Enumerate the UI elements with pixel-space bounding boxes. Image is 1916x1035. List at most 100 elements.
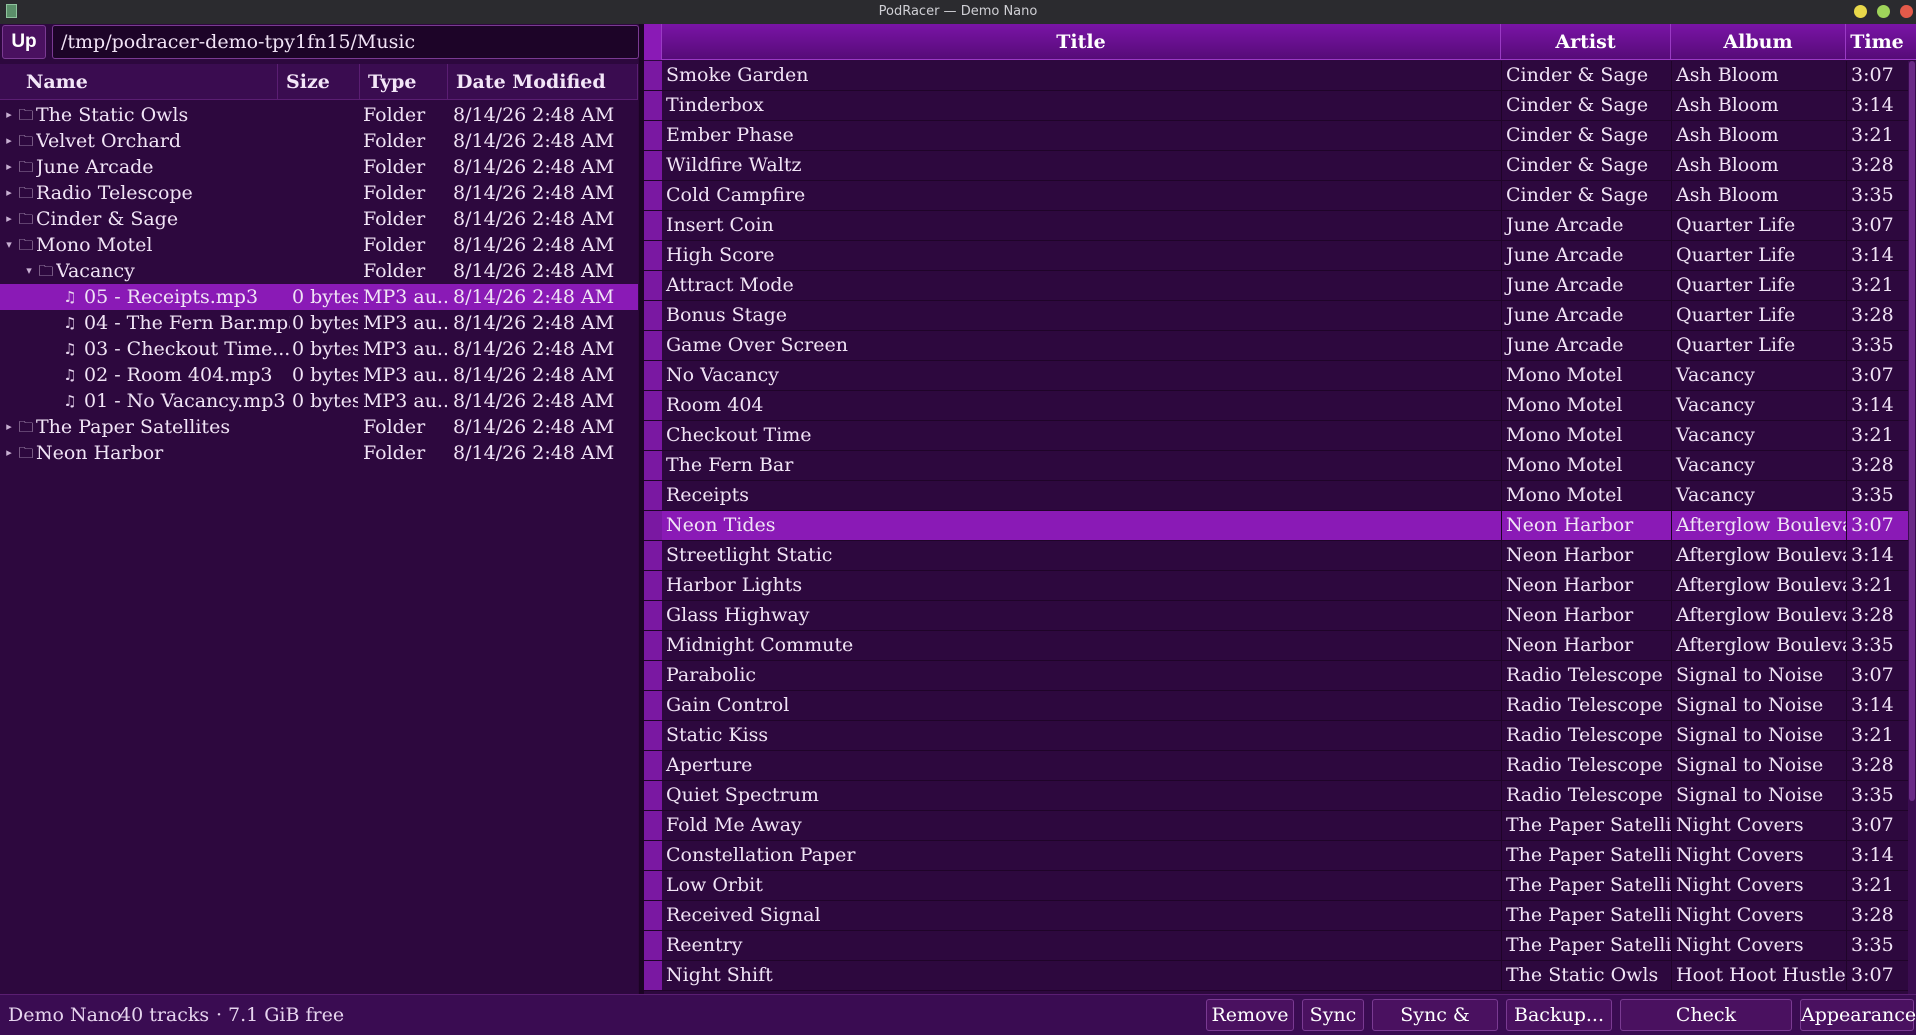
track-row[interactable]: Attract Mode June Arcade Quarter Life 3:21 — [644, 271, 1916, 301]
track-row[interactable]: Parabolic Radio Telescope Signal to Noise 3… — [644, 661, 1916, 691]
row-drag-handle[interactable] — [644, 301, 662, 330]
row-drag-handle[interactable] — [644, 631, 662, 660]
track-row[interactable]: Receipts Mono Motel Vacancy 3:35 — [644, 481, 1916, 511]
file-tree-row[interactable]: ▸ 🗀 Velvet Orchard Folder 8/14/26 2:48 AM — [0, 128, 638, 154]
file-tree-row[interactable]: ♫ 01 - No Vacancy.mp3 0 bytes MP3 au... 8/14… — [0, 388, 638, 414]
track-row[interactable]: Cold Campfire Cinder & Sage Ash Bloom 3:35 — [644, 181, 1916, 211]
file-tree-row[interactable]: ▸ 🗀 The Static Owls Folder 8/14/26 2:48 AM — [0, 102, 638, 128]
row-drag-handle[interactable] — [644, 451, 662, 480]
minimize-button[interactable] — [1854, 5, 1867, 18]
track-row[interactable]: Checkout Time Mono Motel Vacancy 3:21 — [644, 421, 1916, 451]
file-tree-row[interactable]: ♫ 03 - Checkout Time.... 0 bytes MP3 au... 8… — [0, 336, 638, 362]
track-row[interactable]: Bonus Stage June Arcade Quarter Life 3:28 — [644, 301, 1916, 331]
track-row[interactable]: Neon Tides Neon HarborAfterglow Boulevard… — [644, 511, 1916, 541]
track-row[interactable]: Wildfire Waltz Cinder & Sage Ash Bloom 3:28 — [644, 151, 1916, 181]
row-drag-handle[interactable] — [644, 811, 662, 840]
file-tree-row[interactable]: ▸ 🗀 The Paper Satellites Folder 8/14/26 2:48… — [0, 414, 638, 440]
track-row[interactable]: Harbor Lights Neon Harbor Afterglow Boulev… — [644, 571, 1916, 601]
expand-arrow-right-icon[interactable]: ▸ — [2, 414, 16, 440]
close-button[interactable] — [1900, 5, 1913, 18]
file-tree-row[interactable]: ♫ 05 - Receipts.mp3 0 bytes MP3 au... 8/14/2… — [0, 284, 638, 310]
expand-arrow-right-icon[interactable]: ▸ — [2, 154, 16, 180]
check-duplicates-button[interactable]: Check duplicates... — [1620, 999, 1792, 1035]
track-row[interactable]: The Fern Bar Mono Motel Vacancy 3:28 — [644, 451, 1916, 481]
column-header-date-modified[interactable]: Date Modified — [450, 64, 638, 100]
path-input[interactable] — [52, 25, 639, 59]
column-header-album[interactable]: Album — [1671, 24, 1846, 60]
track-row[interactable]: Reentry The Paper SatellitesNight Covers3… — [644, 931, 1916, 961]
file-tree-row[interactable]: ▸ 🗀 Radio Telescope Folder 8/14/26 2:48 AM — [0, 180, 638, 206]
row-drag-handle[interactable] — [644, 901, 662, 930]
track-row[interactable]: Tinderbox Cinder & Sage Ash Bloom 3:14 — [644, 91, 1916, 121]
file-tree-row[interactable]: ♫ 02 - Room 404.mp3 0 bytes MP3 au... 8/14/2… — [0, 362, 638, 388]
sync-eject-button[interactable]: Sync & Eject — [1372, 999, 1498, 1035]
track-row[interactable]: Gain Control Radio Telescope Signal to Noi… — [644, 691, 1916, 721]
row-drag-handle[interactable] — [644, 541, 662, 570]
maximize-button[interactable] — [1877, 5, 1890, 18]
track-row[interactable]: Smoke Garden Cinder & Sage Ash Bloom 3:07 — [644, 61, 1916, 91]
track-row[interactable]: Received Signal The Paper SatellitesNight… — [644, 901, 1916, 931]
column-header-title[interactable]: Title — [662, 24, 1501, 60]
expand-arrow-down-icon[interactable]: ▾ — [22, 258, 36, 284]
expand-arrow-right-icon[interactable]: ▸ — [2, 206, 16, 232]
expand-arrow-right-icon[interactable]: ▸ — [2, 102, 16, 128]
row-drag-handle[interactable] — [644, 271, 662, 300]
track-row[interactable]: Fold Me Away The Paper SatellitesNight Co… — [644, 811, 1916, 841]
row-drag-handle[interactable] — [644, 481, 662, 510]
column-header-type[interactable]: Type — [362, 64, 448, 100]
row-drag-handle[interactable] — [644, 871, 662, 900]
row-drag-handle[interactable] — [644, 511, 662, 540]
row-drag-handle[interactable] — [644, 571, 662, 600]
column-header-size[interactable]: Size — [280, 64, 360, 100]
file-tree-row[interactable]: ▸ 🗀 Neon Harbor Folder 8/14/26 2:48 AM — [0, 440, 638, 466]
track-row[interactable]: Aperture Radio Telescope Signal to Noise 3:… — [644, 751, 1916, 781]
row-drag-handle[interactable] — [644, 151, 662, 180]
track-row[interactable]: Midnight Commute Neon Harbor Afterglow Bou… — [644, 631, 1916, 661]
track-list-scrollbar[interactable] — [1908, 61, 1916, 994]
file-tree-row[interactable]: ▸ 🗀 Cinder & Sage Folder 8/14/26 2:48 AM — [0, 206, 638, 232]
track-row[interactable]: Insert Coin June Arcade Quarter Life 3:07 — [644, 211, 1916, 241]
scrollbar-thumb[interactable] — [1909, 61, 1915, 801]
up-button[interactable]: Up — [2, 25, 46, 59]
row-drag-handle[interactable] — [644, 241, 662, 270]
column-header-artist[interactable]: Artist — [1501, 24, 1671, 60]
row-drag-handle[interactable] — [644, 181, 662, 210]
column-header-name[interactable]: Name — [20, 64, 278, 100]
expand-arrow-down-icon[interactable]: ▾ — [2, 232, 16, 258]
track-row[interactable]: No Vacancy Mono Motel Vacancy 3:07 — [644, 361, 1916, 391]
row-drag-handle[interactable] — [644, 721, 662, 750]
row-drag-handle[interactable] — [644, 421, 662, 450]
sync-button[interactable]: Sync — [1302, 999, 1364, 1031]
expand-arrow-right-icon[interactable]: ▸ — [2, 180, 16, 206]
row-drag-handle[interactable] — [644, 91, 662, 120]
track-row[interactable]: Static Kiss Radio Telescope Signal to Nois… — [644, 721, 1916, 751]
appearance-button[interactable]: Appearance — [1800, 999, 1916, 1031]
track-row[interactable]: Game Over Screen June Arcade Quarter Life 3… — [644, 331, 1916, 361]
row-drag-handle[interactable] — [644, 841, 662, 870]
expand-arrow-right-icon[interactable]: ▸ — [2, 440, 16, 466]
file-tree-row[interactable]: ♫ 04 - The Fern Bar.mp3 0 bytes MP3 au... 8/… — [0, 310, 638, 336]
track-row[interactable]: Glass Highway Neon Harbor Afterglow Boulev… — [644, 601, 1916, 631]
track-row[interactable]: Quiet Spectrum Radio Telescope Signal to N… — [644, 781, 1916, 811]
row-drag-handle[interactable] — [644, 961, 662, 990]
file-tree-row[interactable]: ▾ 🗀 Vacancy Folder 8/14/26 2:48 AM — [0, 258, 638, 284]
track-row[interactable]: Room 404 Mono Motel Vacancy 3:14 — [644, 391, 1916, 421]
track-row[interactable]: Night Shift The Static Owls Hoot Hoot Hust… — [644, 961, 1916, 991]
column-header-time[interactable]: Time — [1846, 24, 1908, 60]
file-tree-row[interactable]: ▸ 🗀 June Arcade Folder 8/14/26 2:48 AM — [0, 154, 638, 180]
track-row[interactable]: Constellation Paper The Paper SatellitesN… — [644, 841, 1916, 871]
row-drag-handle[interactable] — [644, 331, 662, 360]
row-drag-handle[interactable] — [644, 211, 662, 240]
remove-button[interactable]: Remove — [1206, 999, 1294, 1031]
row-drag-handle[interactable] — [644, 121, 662, 150]
row-drag-handle[interactable] — [644, 601, 662, 630]
row-drag-handle[interactable] — [644, 691, 662, 720]
track-row[interactable]: Low Orbit The Paper SatellitesNight Cover… — [644, 871, 1916, 901]
track-row[interactable]: Ember Phase Cinder & Sage Ash Bloom 3:21 — [644, 121, 1916, 151]
file-tree-row[interactable]: ▾ 🗀 Mono Motel Folder 8/14/26 2:48 AM — [0, 232, 638, 258]
row-drag-handle[interactable] — [644, 661, 662, 690]
row-drag-handle[interactable] — [644, 391, 662, 420]
row-drag-handle[interactable] — [644, 61, 662, 90]
row-drag-handle[interactable] — [644, 751, 662, 780]
track-row[interactable]: Streetlight Static Neon Harbor Afterglow B… — [644, 541, 1916, 571]
